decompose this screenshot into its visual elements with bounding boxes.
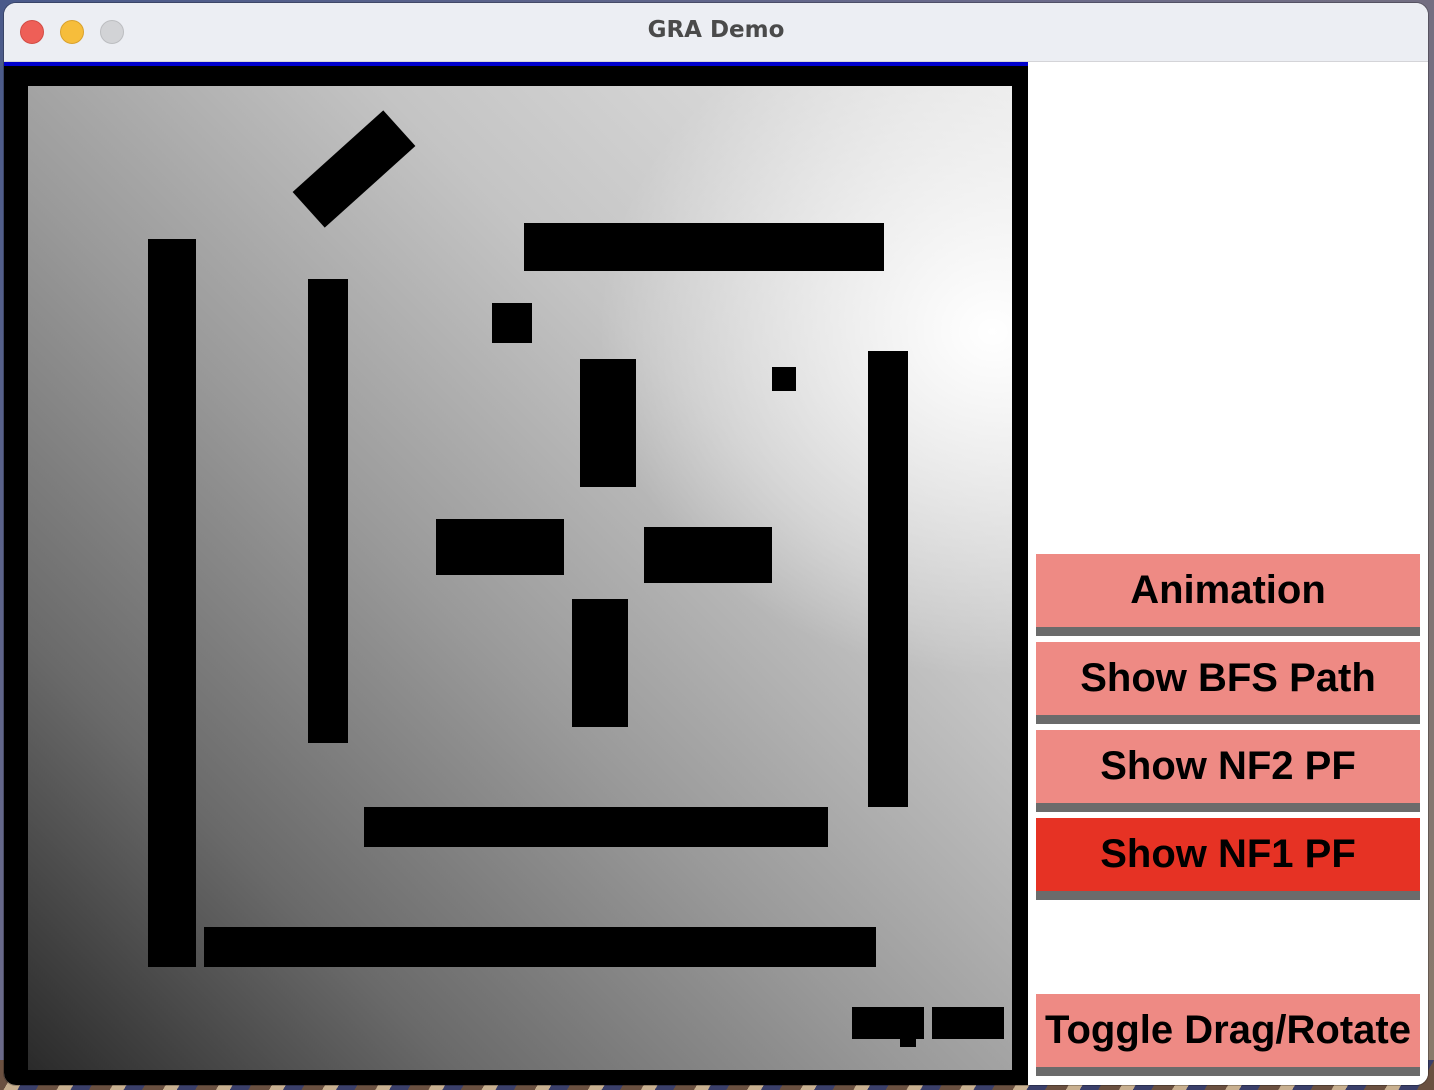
obstacle: [572, 599, 628, 727]
potential-field-map[interactable]: [28, 86, 1012, 1070]
obstacle: [436, 519, 564, 575]
obstacle: [308, 279, 348, 743]
obstacle: [364, 807, 828, 847]
toggle-drag-rotate-button[interactable]: Toggle Drag/Rotate: [1036, 994, 1420, 1076]
button-label: Show NF2 PF: [1100, 744, 1356, 788]
simulation-canvas[interactable]: [4, 62, 1028, 1085]
obstacle: [492, 303, 532, 343]
goal-marker: [900, 1031, 916, 1047]
show-nf2-pf-button[interactable]: Show NF2 PF: [1036, 730, 1420, 812]
obstacle: [580, 359, 636, 487]
control-panel: Animation Show BFS Path Show NF2 PF Show…: [1028, 62, 1428, 1085]
animation-button[interactable]: Animation: [1036, 554, 1420, 636]
app-window: GRA Demo Animation Show BFS Path Show NF…: [4, 3, 1428, 1085]
obstacle: [868, 351, 908, 807]
robot[interactable]: [292, 110, 416, 228]
button-label: Show NF1 PF: [1100, 832, 1356, 876]
title-bar[interactable]: GRA Demo: [4, 3, 1428, 62]
obstacle: [772, 367, 796, 391]
obstacle: [644, 527, 772, 583]
show-bfs-path-button[interactable]: Show BFS Path: [1036, 642, 1420, 724]
button-label: Toggle Drag/Rotate: [1045, 1008, 1411, 1052]
goal-marker: [932, 1007, 1004, 1039]
button-label: Show BFS Path: [1080, 656, 1376, 700]
obstacle: [204, 927, 876, 967]
show-nf1-pf-button[interactable]: Show NF1 PF: [1036, 818, 1420, 900]
window-title: GRA Demo: [647, 17, 785, 43]
obstacle: [524, 223, 884, 271]
button-label: Animation: [1130, 568, 1326, 612]
obstacle: [148, 239, 196, 967]
